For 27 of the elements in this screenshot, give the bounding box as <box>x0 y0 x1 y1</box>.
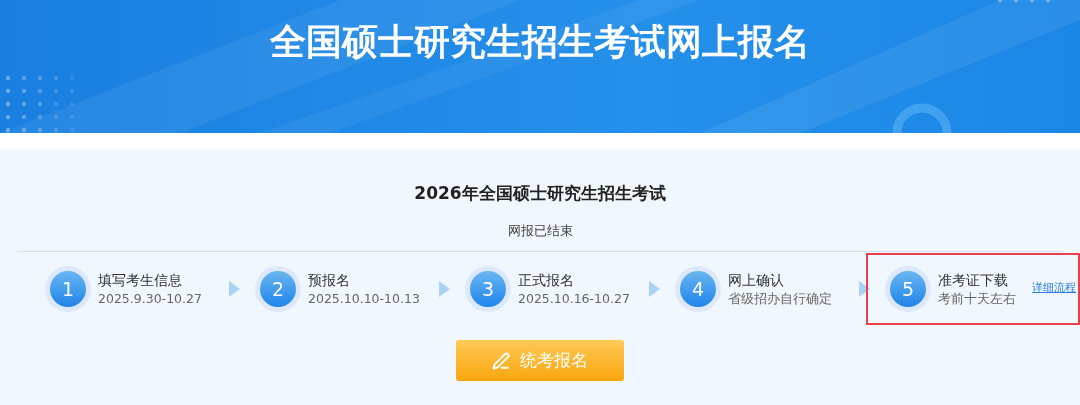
step-number: 5 <box>885 266 931 312</box>
step-detail: 2025.9.30-10.27 <box>98 290 202 308</box>
pen-icon <box>492 351 510 370</box>
step-label: 预报名 <box>308 271 351 290</box>
step-number: 3 <box>465 266 511 312</box>
step-number: 1 <box>45 266 91 312</box>
step-detail: 省级招办自行确定 <box>728 290 832 308</box>
page-title: 全国硕士研究生招生考试网上报名 <box>270 20 810 64</box>
status-text: 网报已结束 <box>507 222 573 240</box>
step-label: 准考证下载 <box>938 271 1009 290</box>
step-number: 4 <box>675 266 721 312</box>
step-label: 正式报名 <box>518 271 575 290</box>
step-detail: 2025.10.10-10.13 <box>308 290 420 308</box>
step-number: 2 <box>255 266 301 312</box>
step-label: 填写考生信息 <box>98 271 183 290</box>
arrow-icon <box>858 281 870 297</box>
step-detail: 2025.10.16-10.27 <box>518 290 630 308</box>
ring-drawing <box>892 103 952 133</box>
arrow-icon <box>228 281 240 297</box>
step-detail: 考前十天左右 <box>938 290 1016 308</box>
arrow-icon <box>648 281 660 297</box>
exam-title: 2026年全国硕士研究生招生考试 <box>414 182 666 204</box>
dot-grid-drawing <box>5 75 75 133</box>
step-label: 网上确认 <box>728 271 785 290</box>
dot-row-drawing <box>997 0 1051 3</box>
arrow-icon <box>438 281 450 297</box>
details-link[interactable]: 详细流程 <box>1032 281 1076 295</box>
